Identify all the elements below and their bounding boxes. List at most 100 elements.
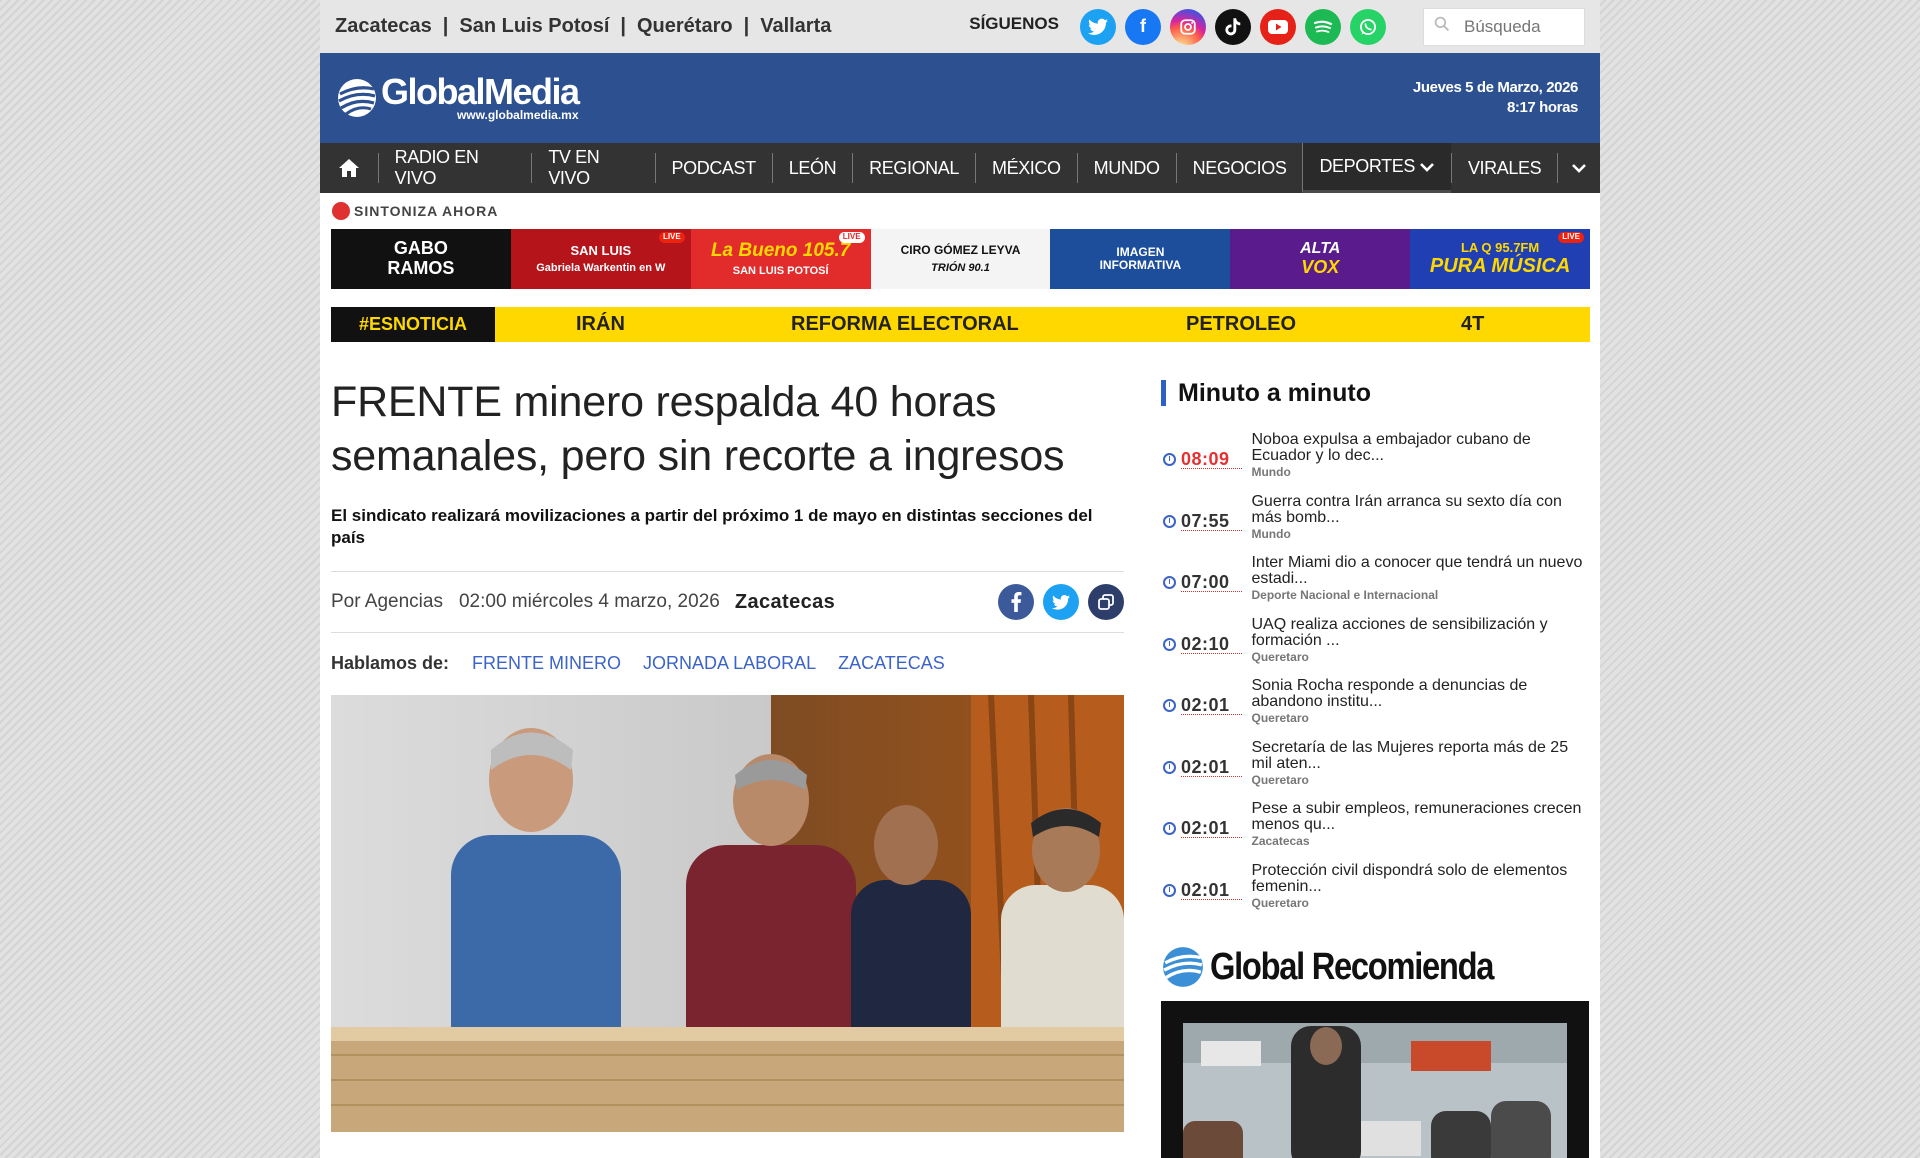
list-item[interactable]: 02:01 Protección civil dispondrá solo de… — [1161, 862, 1589, 925]
station-card[interactable]: LIVE LA Q 95.7FM PURA MÚSICA — [1410, 229, 1591, 289]
share-twitter-button[interactable] — [1043, 584, 1079, 620]
news-headline[interactable]: Noboa expulsa a embajador cubano de Ecua… — [1251, 432, 1589, 464]
instagram-icon[interactable] — [1170, 8, 1206, 45]
twitter-icon[interactable] — [1080, 8, 1116, 45]
nav-regional[interactable]: REGIONAL — [852, 153, 975, 183]
news-category: Mundo — [1251, 526, 1291, 541]
spotify-icon[interactable] — [1305, 8, 1341, 45]
home-button[interactable] — [320, 143, 378, 193]
live-label: SINTONIZA AHORA — [354, 202, 499, 219]
trending-topic[interactable]: REFORMA ELECTORAL — [791, 313, 1019, 336]
copy-link-button[interactable] — [1088, 584, 1124, 620]
list-item[interactable]: 02:01 Sonia Rocha responde a denuncias d… — [1161, 678, 1589, 740]
clock-icon — [1163, 760, 1176, 774]
nav-mexico[interactable]: MÉXICO — [975, 153, 1077, 183]
article-tags: Hablamos de: FRENTE MINERO JORNADA LABOR… — [331, 653, 1124, 674]
tag-link[interactable]: FRENTE MINERO — [472, 653, 621, 674]
whatsapp-icon[interactable] — [1350, 8, 1386, 45]
search-icon[interactable] — [1434, 16, 1450, 37]
region-link-queretaro[interactable]: Querétaro — [637, 15, 733, 38]
live-strip: SINTONIZA AHORA — [320, 193, 1600, 228]
nav-leon[interactable]: LEÓN — [771, 153, 852, 183]
share-facebook-button[interactable] — [998, 584, 1034, 620]
nav-negocios[interactable]: NEGOCIOS — [1175, 153, 1303, 183]
clock-icon — [1163, 883, 1176, 897]
news-category: Queretaro — [1251, 772, 1309, 787]
region-link-zacatecas[interactable]: Zacatecas — [335, 15, 432, 38]
tag-link[interactable]: ZACATECAS — [838, 653, 945, 674]
station-card[interactable]: GABO RAMOS — [331, 229, 511, 289]
station-name: La Bueno 105.7 — [710, 239, 851, 261]
nav-virales[interactable]: VIRALES — [1450, 153, 1557, 183]
recommended-video[interactable] — [1161, 1001, 1589, 1158]
copy-icon — [1098, 594, 1114, 610]
youtube-icon[interactable] — [1260, 8, 1296, 45]
nav-mundo[interactable]: MUNDO — [1076, 153, 1176, 183]
trending-topic[interactable]: PETROLEO — [1186, 313, 1296, 336]
site-logo[interactable]: GlobalMedia www.globalmedia.mx — [336, 74, 580, 122]
search-box[interactable] — [1423, 7, 1585, 46]
list-item[interactable]: 02:01 Pese a subir empleos, remuneracion… — [1161, 801, 1589, 863]
station-card[interactable]: ALTA VOX — [1230, 229, 1411, 289]
news-category: Zacatecas — [1251, 834, 1310, 848]
article-date: 02:00 miércoles 4 marzo, 2026 — [458, 591, 720, 612]
news-time: 07:55 — [1180, 511, 1243, 531]
twitter-icon — [1052, 594, 1070, 610]
news-headline[interactable]: Guerra contra Irán arranca su sexto día … — [1251, 493, 1589, 526]
station-show: INFORMATIVA — [1099, 258, 1182, 272]
news-category: Deporte Nacional e Internacional — [1251, 588, 1439, 602]
station-name: GABO — [393, 238, 448, 259]
list-item[interactable]: 02:01 Secretaría de las Mujeres reporta … — [1161, 739, 1589, 802]
trending-hashtag[interactable]: #ESNOTICIA — [331, 307, 495, 342]
news-time: 02:01 — [1180, 880, 1243, 900]
news-time: 07:00 — [1180, 572, 1243, 592]
global-recomienda-header: Global Recomienda — [1161, 945, 1589, 989]
tag-link[interactable]: JORNADA LABORAL — [643, 653, 816, 674]
news-headline[interactable]: Inter Miami dio a conocer que tendrá un … — [1251, 555, 1589, 587]
share-buttons — [989, 584, 1124, 620]
tags-label: Hablamos de: — [331, 653, 450, 673]
region-link-vallarta[interactable]: Vallarta — [760, 15, 831, 38]
list-item[interactable]: 07:55 Guerra contra Irán arranca su sext… — [1161, 493, 1589, 556]
station-show: VOX — [1301, 256, 1340, 277]
news-headline[interactable]: Pese a subir empleos, remuneraciones cre… — [1251, 801, 1589, 833]
separator: | — [442, 15, 449, 37]
sidebar: Minuto a minuto 08:09 Noboa expulsa a em… — [1161, 380, 1589, 1158]
nav-more-button[interactable] — [1557, 153, 1600, 183]
current-time: 8:17 horas — [1506, 99, 1578, 116]
nav-tv-en-vivo[interactable]: TV EN VIVO — [531, 147, 654, 188]
nav-podcast[interactable]: PODCAST — [654, 153, 772, 183]
news-headline[interactable]: UAQ realiza acciones de sensibilización … — [1251, 616, 1589, 649]
nav-radio-en-vivo[interactable]: RADIO EN VIVO — [377, 147, 532, 188]
station-card[interactable]: LIVE SAN LUIS Gabriela Warkentin en W — [510, 229, 691, 289]
station-name: CIRO GÓMEZ LEYVA — [900, 243, 1021, 258]
search-input[interactable] — [1464, 16, 1574, 37]
station-name: SAN LUIS — [570, 242, 632, 258]
news-headline[interactable]: Sonia Rocha responde a denuncias de aban… — [1251, 678, 1589, 710]
follow-label: SÍGUENOS — [969, 13, 1059, 33]
list-item[interactable]: 02:10 UAQ realiza acciones de sensibiliz… — [1161, 616, 1589, 679]
nav-deportes[interactable]: DEPORTES — [1302, 143, 1451, 193]
social-links: SÍGUENOS f — [969, 7, 1585, 46]
separator: | — [743, 15, 750, 37]
station-card[interactable]: CIRO GÓMEZ LEYVA TRIÓN 90.1 — [870, 229, 1051, 289]
trending-topic[interactable]: 4T — [1461, 313, 1484, 336]
live-badge: LIVE — [1558, 232, 1585, 243]
trending-topic[interactable]: IRÁN — [576, 313, 625, 336]
trending-bar: #ESNOTICIA IRÁN REFORMA ELECTORAL PETROL… — [331, 307, 1590, 342]
home-icon — [338, 159, 359, 177]
clock-icon — [1163, 699, 1176, 712]
news-headline[interactable]: Protección civil dispondrá solo de eleme… — [1251, 862, 1589, 895]
list-item[interactable]: 08:09 Noboa expulsa a embajador cubano d… — [1161, 432, 1589, 494]
top-bar: Zacatecas | San Luis Potosí | Querétaro … — [320, 0, 1600, 53]
tiktok-icon[interactable] — [1215, 8, 1251, 45]
station-card[interactable]: LIVE La Bueno 105.7 SAN LUIS POTOSÍ — [690, 229, 871, 289]
facebook-icon[interactable]: f — [1125, 8, 1161, 45]
region-link-san-luis-potosi[interactable]: San Luis Potosí — [459, 15, 609, 38]
chevron-down-icon — [1572, 164, 1586, 173]
station-card[interactable]: IMAGEN INFORMATIVA — [1050, 229, 1231, 289]
date-time: Jueves 5 de Marzo, 2026 8:17 horas — [1413, 78, 1578, 118]
news-headline[interactable]: Secretaría de las Mujeres reporta más de… — [1251, 739, 1589, 772]
station-carousel: GABO RAMOS LIVE SAN LUIS Gabriela Warkenti… — [331, 229, 1591, 289]
list-item[interactable]: 07:00 Inter Miami dio a conocer que tend… — [1161, 555, 1589, 617]
